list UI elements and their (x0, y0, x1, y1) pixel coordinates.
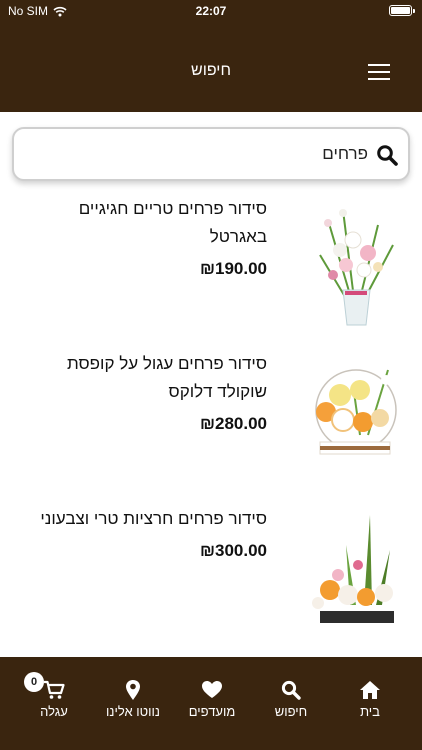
cart-icon (44, 680, 65, 699)
tab-favorites-label: מועדפים (188, 704, 236, 719)
battery-icon (389, 5, 415, 16)
tab-cart-label: עגלה (40, 704, 68, 719)
search-icon[interactable] (376, 144, 398, 166)
search-box (12, 127, 410, 181)
tab-location[interactable]: נווטו אלינו (91, 679, 175, 725)
product-image-vase-bouquet[interactable] (298, 195, 414, 335)
product-name[interactable]: סידור פרחים עגול על קופסת שוקולד דלוקס (17, 350, 267, 406)
tab-home-label: בית (360, 704, 380, 719)
hamburger-menu-icon[interactable] (368, 64, 390, 80)
heart-icon (202, 681, 222, 698)
home-icon (360, 681, 380, 699)
tab-home[interactable]: בית (328, 679, 412, 725)
page-title: חיפוש (191, 62, 231, 79)
product-name[interactable]: סידור פרחים טריים חגיגיים באגרטל (17, 195, 267, 251)
tab-location-label: נווטו אלינו (106, 704, 160, 719)
tab-search[interactable]: חיפוש (249, 679, 333, 725)
search-icon (281, 680, 301, 700)
product-image-chocolate-box-arrangement[interactable] (298, 350, 414, 490)
product-name[interactable]: סידור פרחים חרציות טרי וצבעוני (17, 505, 267, 533)
search-input[interactable] (28, 139, 368, 169)
product-image-chrysanthemum-arrangement[interactable] (298, 505, 414, 645)
tab-favorites[interactable]: מועדפים (170, 679, 254, 725)
product-price: ₪300.00 (199, 541, 267, 560)
status-time: 22:07 (195, 4, 227, 18)
product-price: ₪280.00 (199, 414, 267, 433)
status-bar: No SIM 22:07 (0, 0, 422, 22)
bottom-tab-bar: בית חיפוש מועדפים נווטו אלינו עגלה 0 (0, 657, 422, 750)
product-price: ₪190.00 (199, 259, 267, 278)
cart-count-badge: 0 (24, 672, 44, 692)
tab-search-label: חיפוש (274, 704, 308, 719)
location-pin-icon (126, 680, 140, 700)
header-bar: חיפוש (0, 22, 422, 112)
